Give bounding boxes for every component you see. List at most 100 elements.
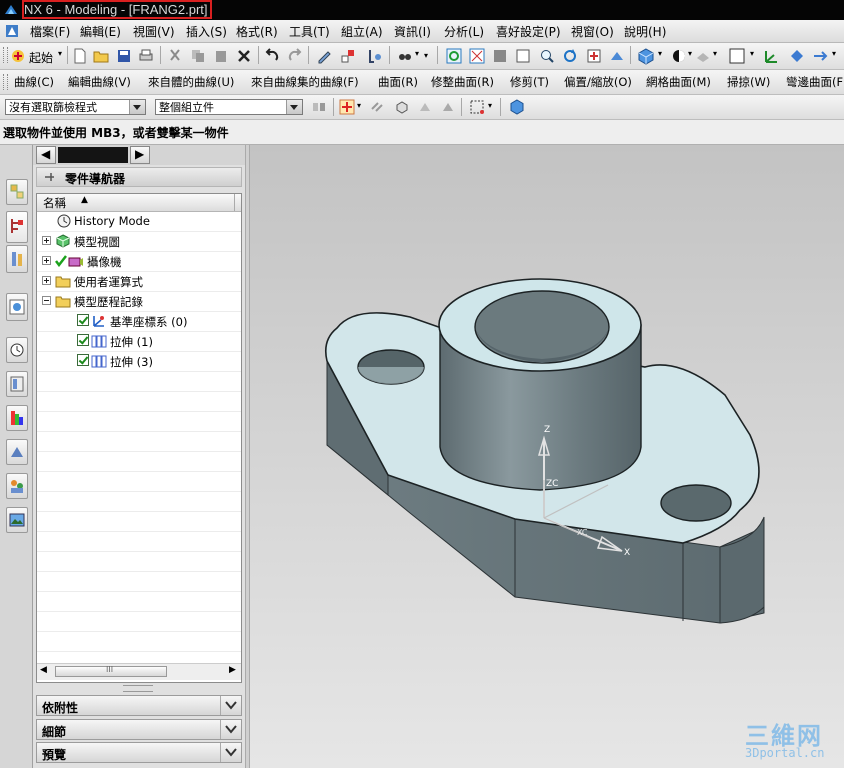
tree-row-datum-csys[interactable]: 基準座標系 (0) xyxy=(37,311,241,332)
graphics-window[interactable]: Z ZC X XC xyxy=(250,145,844,768)
color-swatch-icon[interactable] xyxy=(729,48,745,64)
visibility-checkbox[interactable] xyxy=(77,314,89,326)
visibility-checkbox[interactable] xyxy=(77,334,89,346)
horizontal-scrollbar[interactable]: ◀ III ▶ xyxy=(37,663,241,680)
view-orient-icon[interactable] xyxy=(609,48,625,64)
curve-from-curves-menu[interactable]: 來自曲線集的曲線(F) xyxy=(251,74,359,90)
menu-window[interactable]: 視窗(O) xyxy=(571,23,614,40)
visibility-checkbox[interactable] xyxy=(77,354,89,366)
menu-analysis[interactable]: 分析(L) xyxy=(444,23,484,40)
undo-icon[interactable] xyxy=(264,48,280,64)
new-file-icon[interactable] xyxy=(72,48,88,64)
rendering-style-icon[interactable] xyxy=(671,48,687,64)
zoom-icon[interactable] xyxy=(539,48,555,64)
pan-icon[interactable] xyxy=(586,48,602,64)
curve-menu[interactable]: 曲線(C) xyxy=(14,74,54,90)
panel-resize-grip[interactable] xyxy=(123,685,153,692)
scroll-right-button[interactable]: ▶ xyxy=(130,146,150,164)
orient-view-cube-icon[interactable] xyxy=(637,47,655,65)
start-button[interactable]: 起始 xyxy=(29,49,53,66)
wcs-icon[interactable] xyxy=(764,48,780,64)
web-browser-tab[interactable] xyxy=(6,293,28,321)
menu-help[interactable]: 說明(H) xyxy=(624,23,666,40)
trim-menu[interactable]: 修剪(T) xyxy=(510,74,549,90)
selection-scope-select[interactable]: 整個組立件 xyxy=(155,99,303,115)
copy-icon[interactable] xyxy=(190,48,206,64)
color-dropdown-icon[interactable]: ▾ xyxy=(750,49,754,58)
mesh-surface-menu[interactable]: 網格曲面(M) xyxy=(646,74,711,90)
wcs-orient-icon[interactable] xyxy=(789,48,805,64)
surface-menu[interactable]: 曲面(R) xyxy=(378,74,418,90)
toolbar-grip[interactable] xyxy=(3,74,8,90)
tree-row-model-views[interactable]: 模型視圖 xyxy=(37,231,241,252)
menu-view[interactable]: 視圖(V) xyxy=(133,23,175,40)
rendering-dropdown-icon[interactable]: ▾ xyxy=(688,49,692,58)
spectacles-dropdown-icon[interactable]: ▾ xyxy=(415,49,419,58)
menu-insert[interactable]: 插入(S) xyxy=(186,23,227,40)
tree-row-extrude-3[interactable]: 拉伸 (3) xyxy=(37,351,241,372)
print-icon[interactable] xyxy=(138,48,154,64)
part-navigator-tab[interactable] xyxy=(6,211,28,243)
menu-assemblies[interactable]: 組立(A) xyxy=(341,23,383,40)
tree-row-user-expressions[interactable]: 使用者運算式 xyxy=(37,271,241,292)
chevron-down-icon[interactable] xyxy=(220,696,241,715)
collapse-toggle[interactable] xyxy=(42,296,51,305)
display-object-icon[interactable] xyxy=(340,48,356,64)
rectangle-dropdown-icon[interactable]: ▾ xyxy=(488,101,492,110)
body-select-icon[interactable] xyxy=(394,99,410,115)
snap-point-icon[interactable] xyxy=(339,99,355,115)
zoom-window-icon[interactable] xyxy=(492,48,508,64)
face-select-icon[interactable] xyxy=(440,99,456,115)
details-panel[interactable]: 細節 xyxy=(36,719,242,740)
roles-tab[interactable] xyxy=(6,473,28,499)
feature-select-icon[interactable] xyxy=(417,99,433,115)
chevron-down-icon[interactable] xyxy=(220,743,241,762)
background-icon[interactable] xyxy=(695,48,711,64)
offset-scale-menu[interactable]: 偏置/縮放(O) xyxy=(564,74,632,90)
paste-icon[interactable] xyxy=(213,48,229,64)
edit-curve-menu[interactable]: 編輯曲線(V) xyxy=(68,74,131,90)
flange-model[interactable]: Z ZC X XC xyxy=(250,145,844,768)
refresh-icon[interactable] xyxy=(446,48,462,64)
fit-icon[interactable] xyxy=(469,48,485,64)
menu-format[interactable]: 格式(R) xyxy=(236,23,278,40)
scroll-left-button[interactable]: ◀ xyxy=(36,146,56,164)
toolbar-grip[interactable] xyxy=(3,47,8,63)
tree-row-cameras[interactable]: 攝像機 xyxy=(37,251,241,272)
visualization-tab[interactable] xyxy=(6,405,28,431)
rotate-icon[interactable] xyxy=(562,48,578,64)
menu-edit[interactable]: 編輯(E) xyxy=(80,23,121,40)
zoom-box-icon[interactable] xyxy=(515,48,531,64)
tree-row-history-mode[interactable]: History Mode xyxy=(37,211,241,232)
scroll-left-icon[interactable]: ◀ xyxy=(40,665,47,675)
app-menu-icon[interactable] xyxy=(4,23,20,39)
link-icon[interactable] xyxy=(369,99,385,115)
pin-icon[interactable] xyxy=(43,171,55,183)
reuse-library-tab[interactable] xyxy=(6,245,28,273)
scrollbar-thumb[interactable]: III xyxy=(55,665,167,677)
rectangle-select-icon[interactable] xyxy=(469,99,485,115)
wcs-dropdown-icon[interactable]: ▾ xyxy=(832,49,836,58)
start-dropdown-icon[interactable]: ▾ xyxy=(58,49,62,58)
column-header-name[interactable]: 名稱 ▲ xyxy=(37,194,241,212)
chevron-down-icon[interactable] xyxy=(220,720,241,739)
process-studio-tab[interactable] xyxy=(6,439,28,465)
save-icon[interactable] xyxy=(116,48,132,64)
spectacles-icon[interactable] xyxy=(397,48,413,64)
expand-toggle[interactable] xyxy=(42,256,51,265)
scroll-right-icon[interactable]: ▶ xyxy=(229,665,236,675)
assembly-filter-icon[interactable] xyxy=(311,99,327,115)
cut-icon[interactable] xyxy=(167,48,183,64)
curve-from-body-menu[interactable]: 來自體的曲線(U) xyxy=(148,74,234,90)
preview-panel[interactable]: 預覽 xyxy=(36,742,242,763)
background-dropdown-icon[interactable]: ▾ xyxy=(713,49,717,58)
type-filter-select[interactable]: 沒有選取篩檢程式 xyxy=(5,99,146,115)
system-materials-tab[interactable] xyxy=(6,371,28,397)
redo-icon[interactable] xyxy=(287,48,303,64)
snap-dropdown-icon[interactable]: ▾ xyxy=(357,101,361,110)
assembly-navigator-tab[interactable] xyxy=(6,179,28,205)
edit-object-icon[interactable] xyxy=(316,48,332,64)
start-icon[interactable] xyxy=(10,48,26,64)
dependencies-panel[interactable]: 依附性 xyxy=(36,695,242,716)
delete-icon[interactable] xyxy=(236,48,252,64)
